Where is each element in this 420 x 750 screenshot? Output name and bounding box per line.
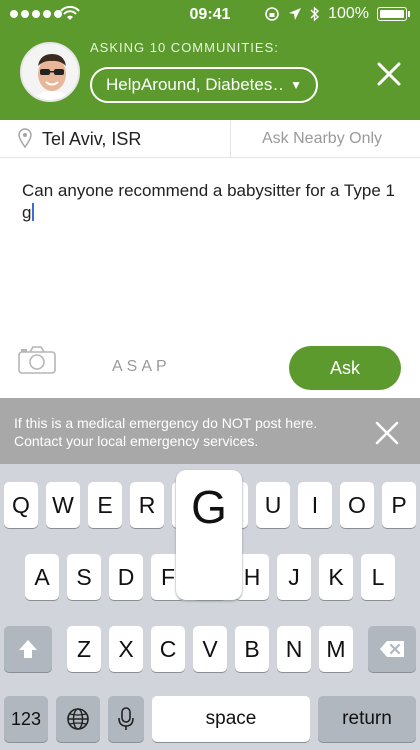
key-n[interactable]: N (277, 626, 311, 672)
key-z[interactable]: Z (67, 626, 101, 672)
key-s[interactable]: S (67, 554, 101, 600)
numbers-key[interactable]: 123 (4, 696, 48, 742)
battery-percent: 100% (328, 5, 369, 22)
key-k[interactable]: K (319, 554, 353, 600)
key-l[interactable]: L (361, 554, 395, 600)
ask-nearby-toggle[interactable]: Ask Nearby Only (262, 130, 382, 148)
question-input[interactable]: Can anyone recommend a babysitter for a … (22, 180, 402, 224)
status-bar: 09:41 100% (0, 0, 420, 30)
location-arrow-icon (289, 8, 302, 20)
community-selector[interactable]: HelpAround, Diabetes… ▼ (90, 67, 318, 103)
key-b[interactable]: B (235, 626, 269, 672)
bluetooth-icon (310, 6, 320, 22)
close-icon[interactable] (372, 57, 406, 91)
camera-icon[interactable] (18, 346, 56, 374)
key-x[interactable]: X (109, 626, 143, 672)
key-v[interactable]: V (193, 626, 227, 672)
key-p[interactable]: P (382, 482, 416, 528)
key-preview-popup: G (176, 470, 242, 600)
key-j[interactable]: J (277, 554, 311, 600)
timing-selector[interactable]: ASAP (112, 358, 171, 376)
key-a[interactable]: A (25, 554, 59, 600)
key-c[interactable]: C (151, 626, 185, 672)
ask-button[interactable]: Ask (289, 346, 401, 390)
user-photo-icon (22, 44, 78, 100)
key-w[interactable]: W (46, 482, 80, 528)
delete-key[interactable] (368, 626, 416, 672)
map-pin-icon (18, 128, 32, 148)
question-text: Can anyone recommend a babysitter for a … (22, 181, 395, 222)
rotation-lock-icon (265, 7, 279, 21)
key-u[interactable]: U (256, 482, 290, 528)
location-label[interactable]: Tel Aviv, ISR (42, 129, 141, 150)
community-selector-label: HelpAround, Diabetes… (106, 75, 285, 94)
location-row: Tel Aviv, ISR Ask Nearby Only (0, 120, 420, 158)
dictation-key[interactable] (108, 696, 144, 742)
globe-icon (67, 708, 89, 730)
microphone-icon (118, 707, 134, 730)
header: 09:41 100% ASKING 10 COMMUNITIES: HelpAr… (0, 0, 420, 120)
key-i[interactable]: I (298, 482, 332, 528)
space-key[interactable]: space (152, 696, 310, 742)
divider (230, 120, 231, 158)
close-icon[interactable] (374, 420, 400, 446)
battery-icon (377, 7, 407, 21)
return-key[interactable]: return (318, 696, 416, 742)
chevron-down-icon: ▼ (290, 78, 302, 92)
key-q[interactable]: Q (4, 482, 38, 528)
key-m[interactable]: M (319, 626, 353, 672)
key-o[interactable]: O (340, 482, 374, 528)
asking-communities-label: ASKING 10 COMMUNITIES: (90, 40, 279, 55)
warning-text: If this is a medical emergency do NOT po… (14, 415, 318, 449)
key-d[interactable]: D (109, 554, 143, 600)
shift-key[interactable] (4, 626, 52, 672)
backspace-icon (380, 641, 404, 657)
emergency-warning-banner: If this is a medical emergency do NOT po… (0, 398, 420, 464)
globe-key[interactable] (56, 696, 100, 742)
text-cursor (32, 203, 35, 221)
key-e[interactable]: E (88, 482, 122, 528)
key-r[interactable]: R (130, 482, 164, 528)
avatar[interactable] (20, 42, 80, 102)
shift-icon (19, 640, 37, 658)
